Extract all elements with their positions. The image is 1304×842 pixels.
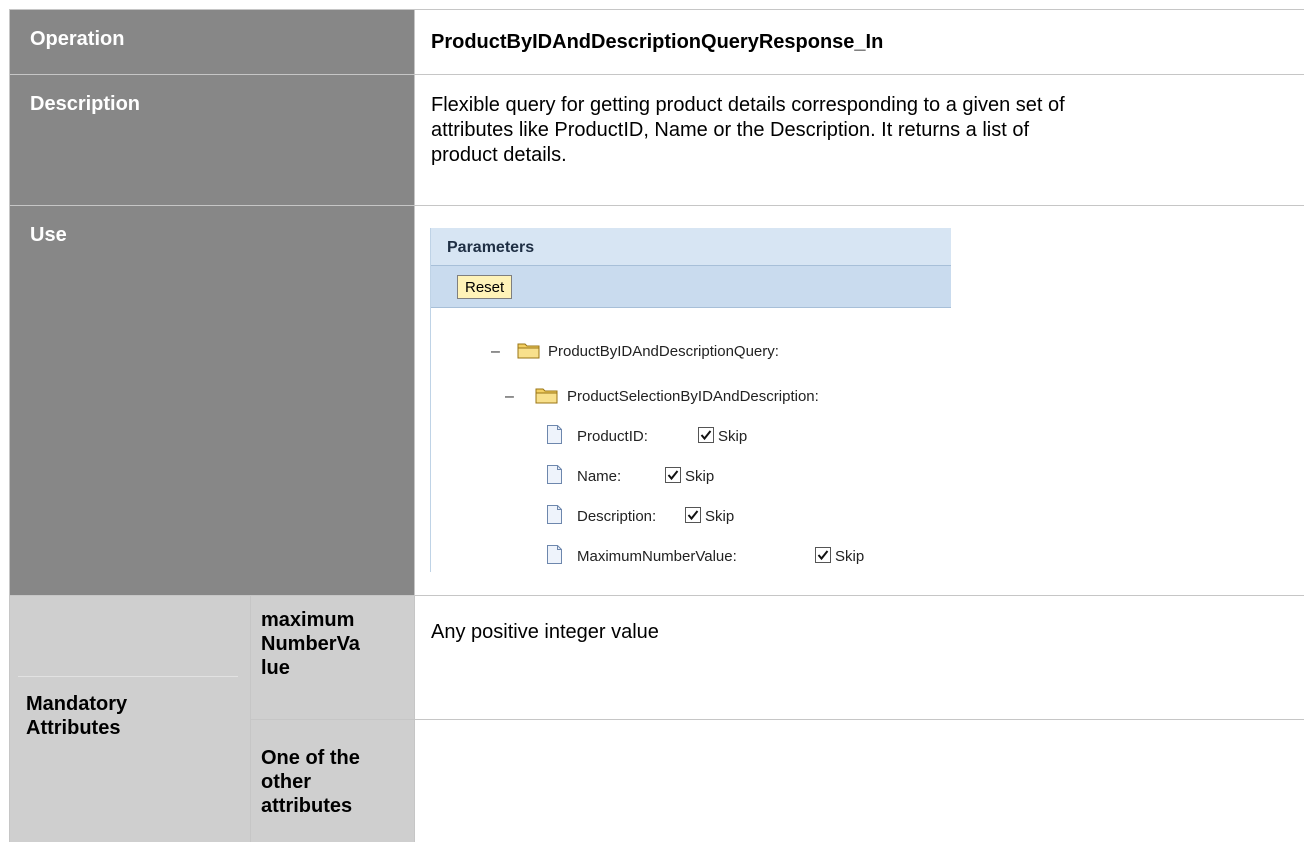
skip-checkbox[interactable]: [665, 467, 681, 483]
operation-value: ProductByIDAndDescriptionQueryResponse_I…: [415, 10, 1304, 74]
grid-line: [10, 595, 1304, 596]
skip-checkbox[interactable]: [698, 427, 714, 443]
attribute-line: other: [261, 771, 311, 793]
grid-line: [250, 595, 251, 842]
folder-icon: [517, 343, 540, 359]
attribute-other: One of the other attributes: [251, 720, 415, 842]
mandatory-label: Mandatory Attributes: [10, 596, 250, 842]
parameters-toolbar: Reset: [431, 266, 951, 308]
attribute-line: maximum: [261, 609, 355, 631]
collapse-icon[interactable]: –: [505, 388, 514, 406]
attribute-value-other: [415, 720, 1304, 842]
grid-line: [10, 74, 1304, 75]
grid-line: [251, 719, 1304, 720]
field-label: ProductID:: [577, 428, 648, 445]
collapse-icon[interactable]: –: [491, 343, 500, 361]
document-icon: [547, 425, 562, 444]
tree-node-root[interactable]: – ProductByIDAndDescriptionQuery:: [431, 340, 951, 364]
parameters-panel-title: Parameters: [447, 239, 535, 256]
skip-label: Skip: [685, 468, 715, 485]
field-row-maximum-number-value: MaximumNumberValue: Skip: [431, 545, 951, 569]
description-label: Description: [10, 75, 415, 205]
use-label: Use: [10, 206, 415, 595]
mandatory-label-divider: [18, 676, 238, 677]
skip-checkbox[interactable]: [815, 547, 831, 563]
parameters-panel-header: Parameters: [431, 228, 951, 266]
skip-label: Skip: [705, 508, 735, 525]
folder-icon: [535, 388, 558, 404]
grid-line: [9, 9, 10, 842]
description-line: Flexible query for getting product detai…: [431, 94, 1065, 116]
grid-line: [10, 205, 1304, 206]
attribute-line: One of the: [261, 747, 360, 769]
field-row-name: Name: Skip: [431, 465, 951, 489]
tree-node-root-label: ProductByIDAndDescriptionQuery:: [548, 343, 779, 360]
reset-button[interactable]: Reset: [457, 275, 513, 299]
field-label: Description:: [577, 508, 657, 525]
field-row-product-id: ProductID: Skip: [431, 425, 951, 449]
tree-node-selection[interactable]: – ProductSelectionByIDAndDescription:: [431, 385, 951, 409]
attribute-line: lue: [261, 657, 290, 679]
attribute-line: NumberVa: [261, 633, 360, 655]
grid-line: [10, 9, 1304, 10]
mandatory-label-line: Mandatory: [26, 693, 128, 715]
operation-label: Operation: [10, 10, 415, 74]
tree-node-selection-label: ProductSelectionByIDAndDescription:: [567, 388, 819, 405]
attribute-maximum-number-value: maximum NumberVa lue: [251, 596, 415, 719]
parameters-panel: Parameters Reset – ProductByIDAndDescrip…: [430, 228, 951, 572]
document-icon: [547, 505, 562, 524]
document-table: Operation ProductByIDAndDescriptionQuery…: [0, 0, 1304, 842]
description-line: product details.: [431, 144, 567, 166]
skip-label: Skip: [835, 548, 865, 565]
mandatory-label-line: Attributes: [26, 717, 121, 739]
skip-checkbox[interactable]: [685, 507, 701, 523]
attribute-line: attributes: [261, 795, 353, 817]
description-value: Flexible query for getting product detai…: [415, 75, 1304, 205]
document-icon: [547, 465, 562, 484]
field-label: Name:: [577, 468, 622, 485]
skip-label: Skip: [718, 428, 748, 445]
field-label: MaximumNumberValue:: [577, 548, 737, 565]
grid-line: [414, 9, 415, 842]
attribute-value-maximum-number-value: Any positive integer value: [415, 596, 1304, 719]
document-icon: [547, 545, 562, 564]
description-line: attributes like ProductID, Name or the D…: [431, 119, 1030, 141]
field-row-description: Description: Skip: [431, 505, 951, 529]
